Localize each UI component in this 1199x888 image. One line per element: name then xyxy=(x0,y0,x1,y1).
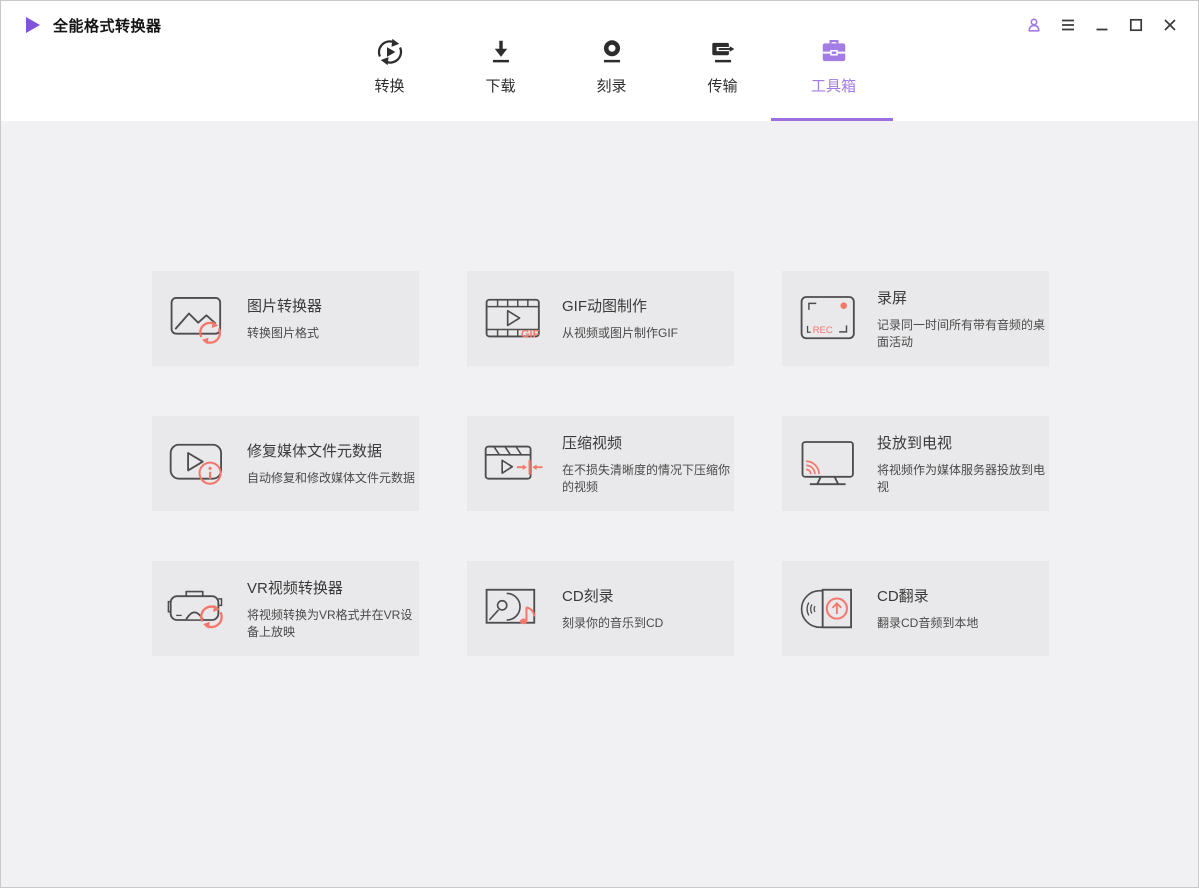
card-title: 录屏 xyxy=(877,289,908,307)
card-vr-converter[interactable]: VR视频转换器 将视频转换为VR格式并在VR设备上放映 xyxy=(152,561,419,656)
minimize-icon[interactable] xyxy=(1092,15,1112,35)
app-logo-icon xyxy=(26,17,40,33)
tab-toolbox[interactable]: 工具箱 xyxy=(778,37,889,96)
card-gif-maker[interactable]: GIF GIF动图制作 从视频或图片制作GIF xyxy=(467,271,734,366)
tab-label: 传输 xyxy=(707,78,738,95)
card-desc: 自动修复和修改媒体文件元数据 xyxy=(247,471,416,485)
card-desc: 翻录CD音频到本地 xyxy=(877,616,979,630)
menu-icon[interactable] xyxy=(1058,15,1078,35)
active-tab-indicator xyxy=(771,118,893,121)
cast-to-tv-icon xyxy=(801,440,854,485)
cd-rip-icon xyxy=(800,588,852,628)
app-title: 全能格式转换器 xyxy=(53,17,162,35)
toolbox-icon xyxy=(822,40,845,62)
toolbox-grid: 图片转换器 转换图片格式 GIF GIF动图制作 从视频或图片制作GIF REC… xyxy=(152,271,1049,656)
card-compress-video[interactable]: 压缩视频 在不损失清晰度的情况下压缩你的视频 xyxy=(467,416,734,511)
vr-converter-icon xyxy=(167,590,223,630)
tab-label: 刻录 xyxy=(596,78,627,95)
cd-burn-icon xyxy=(485,588,536,624)
card-desc: 在不损失清晰度的情况下压缩你的视频 xyxy=(562,462,731,494)
tab-download[interactable]: 下载 xyxy=(445,37,556,96)
image-converter-icon xyxy=(170,296,222,345)
transfer-icon xyxy=(711,42,734,63)
card-desc: 从视频或图片制作GIF xyxy=(562,326,678,340)
user-icon[interactable] xyxy=(1024,15,1044,35)
card-image-converter[interactable]: 图片转换器 转换图片格式 xyxy=(152,271,419,366)
tab-burn[interactable]: 刻录 xyxy=(556,37,667,96)
card-cd-rip[interactable]: CD翻录 翻录CD音频到本地 xyxy=(782,561,1049,656)
card-cd-burn[interactable]: CD刻录 刻录你的音乐到CD xyxy=(467,561,734,656)
rec-label: REC xyxy=(813,325,833,336)
tab-label: 下载 xyxy=(485,78,516,95)
window-controls xyxy=(1024,15,1180,35)
app-window: 全能格式转换器 转换 下载 刻录 传输 工具箱 图片转换器 转换图片格式 GIF… xyxy=(0,0,1199,888)
tab-label: 工具箱 xyxy=(810,78,856,95)
maximize-icon[interactable] xyxy=(1126,15,1146,35)
fix-metadata-icon xyxy=(169,443,222,485)
screen-record-icon: REC xyxy=(800,295,855,339)
card-desc: 记录同一时间所有带有音频的桌面活动 xyxy=(877,317,1046,349)
card-desc: 将视频作为媒体服务器投放到电视 xyxy=(877,462,1046,494)
card-cast-to-tv[interactable]: 投放到电视 将视频作为媒体服务器投放到电视 xyxy=(782,416,1049,511)
card-desc: 转换图片格式 xyxy=(247,326,320,340)
compress-video-icon xyxy=(484,445,543,480)
main-nav: 转换 下载 刻录 传输 工具箱 xyxy=(334,37,889,96)
gif-label: GIF xyxy=(521,328,540,340)
convert-icon xyxy=(377,38,402,66)
card-title: CD翻录 xyxy=(877,588,929,605)
card-title: 图片转换器 xyxy=(247,298,323,315)
download-icon xyxy=(492,40,509,63)
close-icon[interactable] xyxy=(1160,15,1180,35)
card-title: CD刻录 xyxy=(562,588,614,605)
app-header: 全能格式转换器 转换 下载 刻录 传输 工具箱 xyxy=(1,1,1198,121)
card-title: GIF动图制作 xyxy=(562,298,647,315)
card-title: VR视频转换器 xyxy=(247,579,343,597)
gif-maker-icon: GIF xyxy=(485,298,540,340)
card-screen-record[interactable]: REC 录屏 记录同一时间所有带有音频的桌面活动 xyxy=(782,271,1049,366)
burn-icon xyxy=(603,40,620,63)
card-title: 压缩视频 xyxy=(562,434,623,452)
tab-transfer[interactable]: 传输 xyxy=(667,37,778,96)
card-desc: 刻录你的音乐到CD xyxy=(562,616,664,630)
card-desc: 将视频转换为VR格式并在VR设备上放映 xyxy=(247,607,413,639)
card-fix-metadata[interactable]: 修复媒体文件元数据 自动修复和修改媒体文件元数据 xyxy=(152,416,419,511)
tab-convert[interactable]: 转换 xyxy=(334,37,445,96)
card-title: 修复媒体文件元数据 xyxy=(247,443,383,460)
card-title: 投放到电视 xyxy=(877,434,953,452)
tab-label: 转换 xyxy=(374,78,405,95)
